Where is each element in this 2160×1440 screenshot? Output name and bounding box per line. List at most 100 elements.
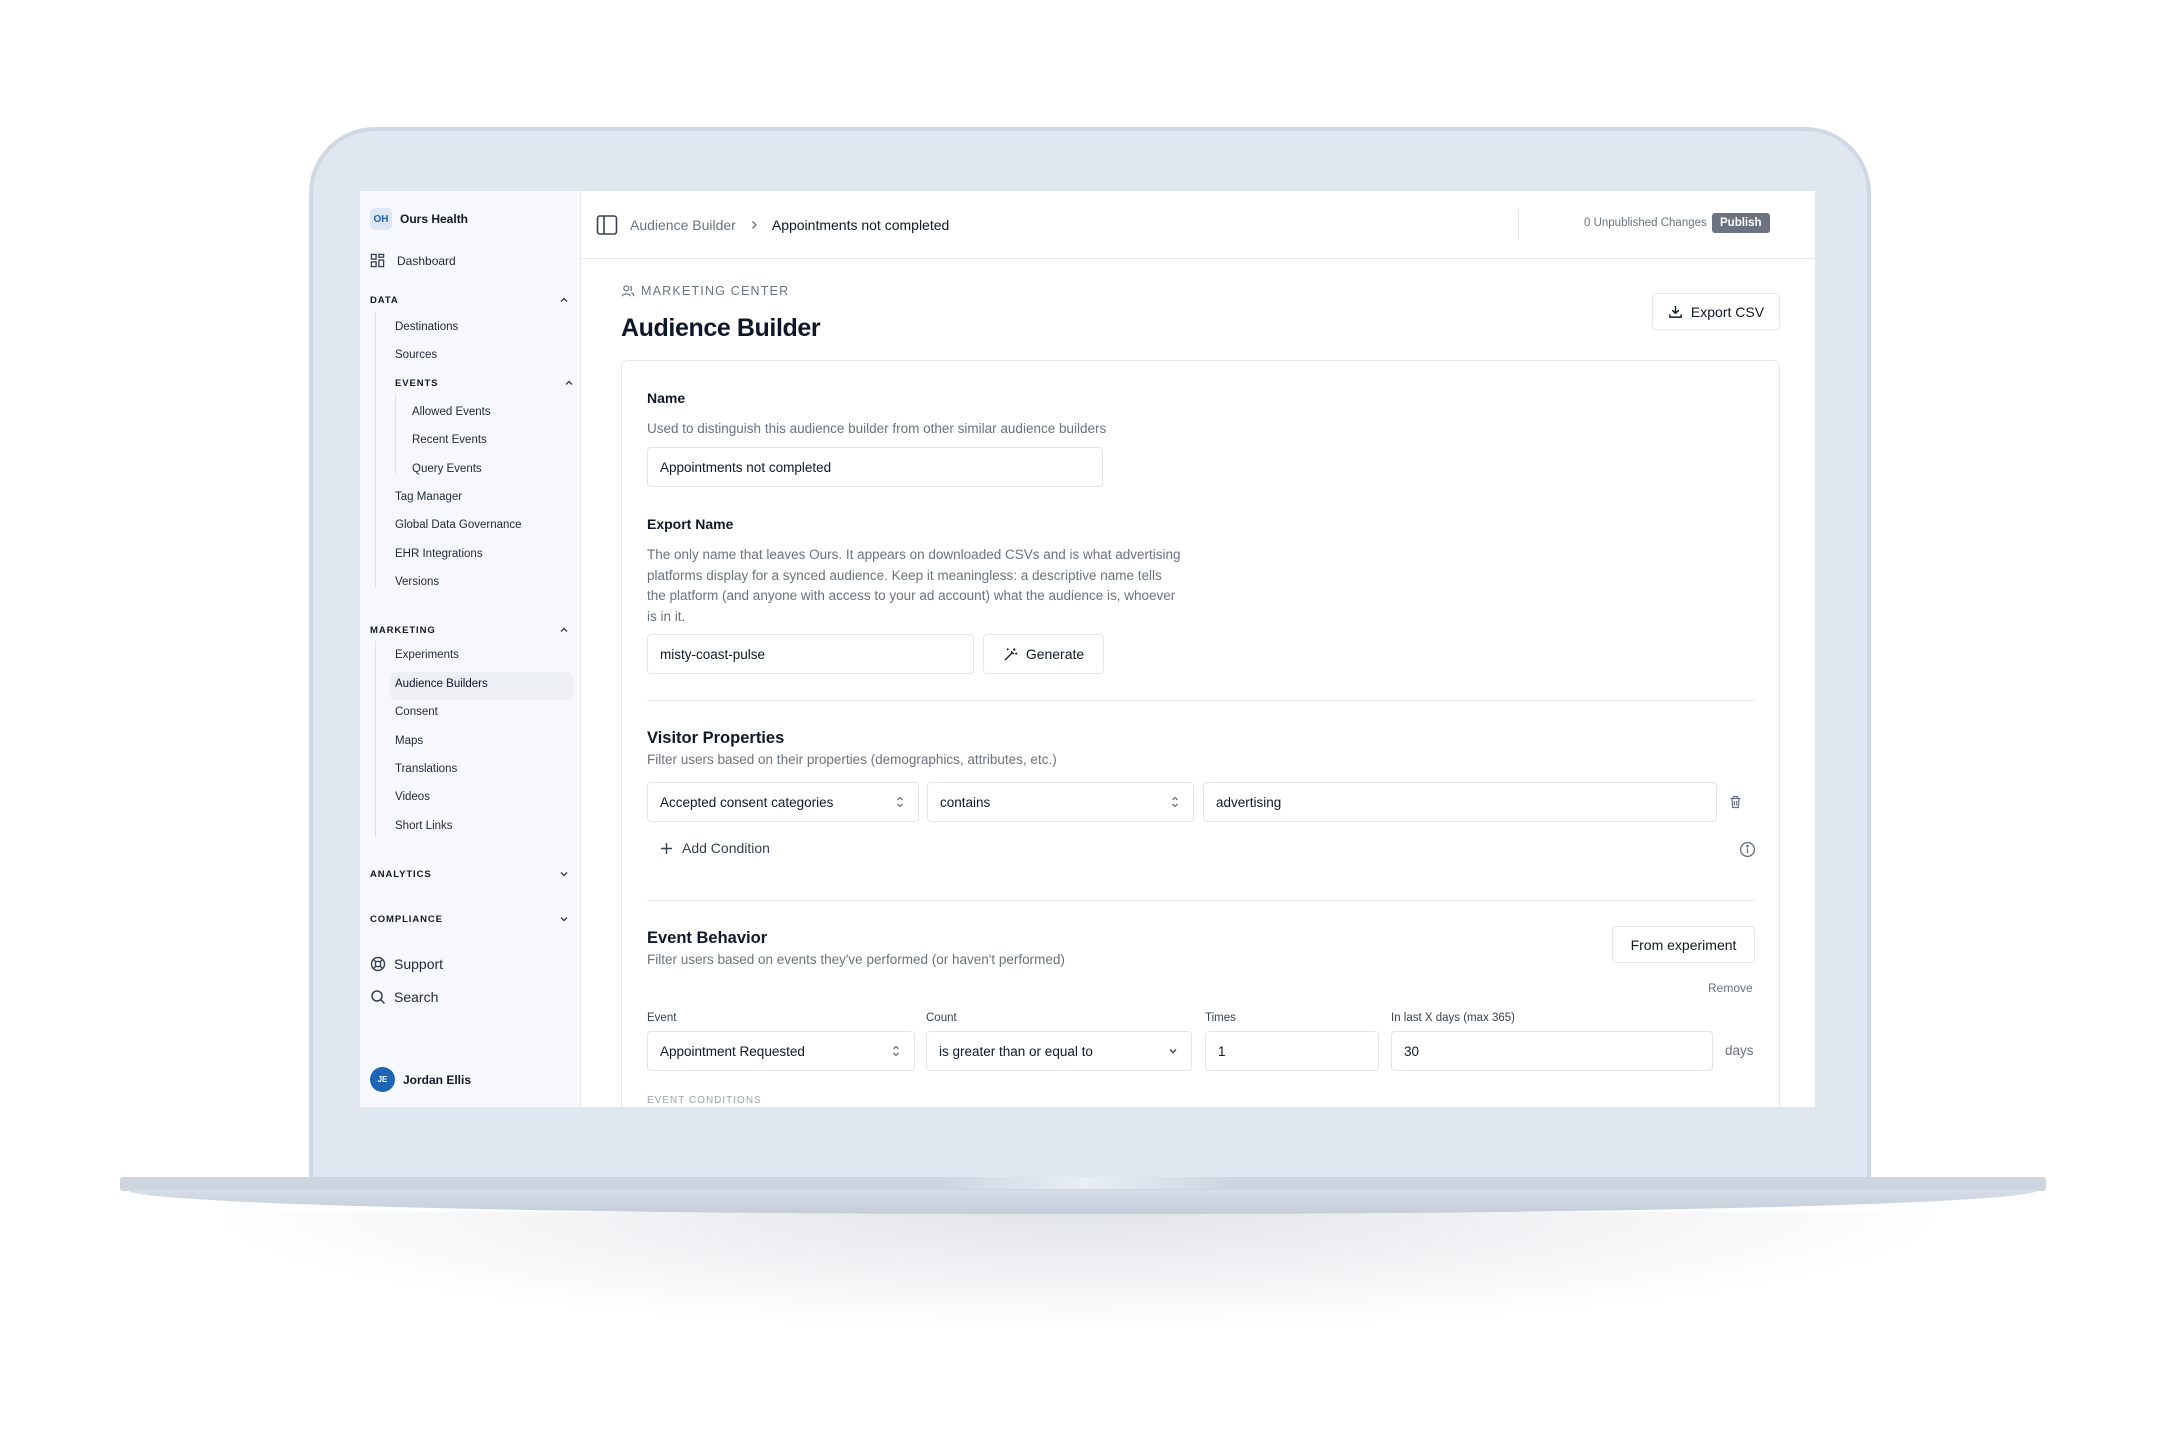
- operator-select[interactable]: contains: [927, 782, 1194, 822]
- search-icon: [371, 990, 386, 1005]
- export-csv-button[interactable]: Export CSV: [1652, 293, 1780, 330]
- sidebar-item-label: Dashboard: [397, 253, 456, 268]
- tree-line: [375, 641, 376, 837]
- avatar: JE: [370, 1067, 395, 1092]
- times-input[interactable]: 1: [1205, 1031, 1379, 1071]
- chevron-up-down-icon: [1172, 796, 1178, 808]
- sidebar-item-versions[interactable]: Versions: [395, 576, 439, 588]
- export-name-label: Export Name: [647, 516, 734, 532]
- sidebar-item-global-data-governance[interactable]: Global Data Governance: [395, 519, 522, 531]
- tree-line: [375, 312, 376, 588]
- chevron-down-icon: [560, 872, 568, 877]
- org-name: Ours Health: [400, 212, 469, 226]
- description-line: The only name that leaves Ours. It appea…: [647, 547, 1181, 562]
- sidebar-item-tag-manager[interactable]: Tag Manager: [395, 491, 462, 503]
- days-field-label: In last X days (max 365): [1391, 1012, 1515, 1024]
- event-field-label: Event: [647, 1012, 677, 1024]
- count-select[interactable]: is greater than or equal to: [926, 1031, 1192, 1071]
- count-field-label: Count: [926, 1012, 957, 1024]
- section-title: MARKETING: [370, 624, 436, 636]
- divider: [647, 700, 1755, 701]
- sidebar-item-destinations[interactable]: Destinations: [395, 321, 458, 333]
- section-data-toggle[interactable]: DATA: [370, 294, 570, 306]
- times-field-label: Times: [1205, 1012, 1236, 1024]
- event-select[interactable]: Appointment Requested: [647, 1031, 915, 1071]
- info-icon[interactable]: [1739, 841, 1756, 858]
- chevron-up-down-icon: [893, 1045, 899, 1057]
- name-input[interactable]: Appointments not completed: [647, 447, 1103, 487]
- section-title: EVENTS: [395, 377, 439, 389]
- input-value: 1: [1218, 1043, 1226, 1059]
- remove-link[interactable]: Remove: [1708, 981, 1753, 995]
- magic-wand-icon: [1004, 647, 1017, 661]
- visitor-properties-description: Filter users based on their properties (…: [647, 752, 1057, 767]
- page-title: Audience Builder: [621, 314, 821, 342]
- breadcrumb: Audience Builder Appointments not comple…: [596, 214, 949, 236]
- sidebar-item-search[interactable]: Search: [370, 989, 438, 1005]
- section-analytics-toggle[interactable]: ANALYTICS: [370, 868, 570, 880]
- support-icon: [370, 956, 386, 972]
- property-select[interactable]: Accepted consent categories: [647, 782, 919, 822]
- dashboard-icon: [370, 253, 385, 268]
- section-label: MARKETING CENTER: [621, 284, 789, 298]
- publish-button[interactable]: Publish: [1712, 213, 1770, 233]
- event-behavior-title: Event Behavior: [647, 929, 768, 947]
- days-input[interactable]: 30: [1391, 1031, 1713, 1071]
- laptop-shadow: [200, 1212, 1960, 1332]
- from-experiment-button[interactable]: From experiment: [1612, 926, 1755, 963]
- select-value: Accepted consent categories: [660, 794, 834, 810]
- sidebar-item-translations[interactable]: Translations: [395, 763, 457, 775]
- chevron-up-icon: [560, 627, 568, 632]
- sidebar-item-experiments[interactable]: Experiments: [395, 649, 459, 661]
- sidebar-item-maps[interactable]: Maps: [395, 735, 423, 747]
- laptop-notch: [940, 1177, 1230, 1189]
- sidebar-item-consent[interactable]: Consent: [395, 706, 438, 718]
- sidebar-item-dashboard[interactable]: Dashboard: [370, 253, 456, 268]
- breadcrumb-current: Appointments not completed: [771, 217, 950, 233]
- chevron-down-icon: [1169, 1049, 1177, 1054]
- event-conditions-label: EVENT CONDITIONS: [647, 1095, 762, 1106]
- sidebar-item-label: Search: [394, 989, 439, 1005]
- section-marketing-toggle[interactable]: MARKETING: [370, 624, 570, 636]
- select-value: Appointment Requested: [660, 1043, 805, 1059]
- condition-value-input[interactable]: advertising: [1203, 782, 1717, 822]
- chevron-up-icon: [560, 297, 568, 302]
- export-name-input[interactable]: misty-coast-pulse: [647, 634, 974, 674]
- sidebar-toggle-icon[interactable]: [596, 214, 618, 236]
- sidebar: OH Ours Health Dashboard DATA Destinatio…: [360, 191, 581, 1107]
- section-title: DATA: [370, 294, 399, 306]
- button-label: From experiment: [1630, 936, 1737, 953]
- org-switcher[interactable]: OH Ours Health: [370, 208, 468, 230]
- sidebar-item-allowed-events[interactable]: Allowed Events: [412, 406, 491, 418]
- sidebar-item-support[interactable]: Support: [370, 956, 443, 972]
- section-compliance-toggle[interactable]: COMPLIANCE: [370, 913, 570, 925]
- chevron-down-icon: [560, 917, 568, 922]
- sidebar-item-short-links[interactable]: Short Links: [395, 820, 453, 832]
- sidebar-item-recent-events[interactable]: Recent Events: [412, 434, 487, 446]
- divider: [1518, 210, 1519, 240]
- plus-icon: [661, 842, 672, 854]
- sidebar-item-sources[interactable]: Sources: [395, 349, 437, 361]
- download-icon: [1669, 305, 1682, 318]
- sidebar-item-query-events[interactable]: Query Events: [412, 463, 482, 475]
- description-line: is in it.: [647, 608, 686, 624]
- sidebar-item-videos[interactable]: Videos: [395, 791, 430, 803]
- breadcrumb-parent[interactable]: Audience Builder: [630, 217, 736, 233]
- user-menu[interactable]: JE Jordan Ellis: [370, 1067, 471, 1092]
- input-value: advertising: [1216, 794, 1282, 810]
- chevron-up-down-icon: [897, 796, 903, 808]
- input-value: 30: [1404, 1043, 1420, 1059]
- days-suffix: days: [1725, 1043, 1754, 1058]
- description-line: platforms display for a synced audience.…: [647, 567, 1162, 583]
- input-value: Appointments not completed: [660, 459, 832, 475]
- generate-button[interactable]: Generate: [983, 634, 1104, 674]
- trash-icon[interactable]: [1729, 795, 1742, 809]
- add-condition-button[interactable]: Add Condition: [660, 840, 770, 856]
- input-value: misty-coast-pulse: [660, 646, 766, 662]
- event-behavior-description: Filter users based on events they've per…: [647, 952, 1065, 967]
- section-events-toggle[interactable]: EVENTS: [395, 377, 575, 389]
- sidebar-item-audience-builders[interactable]: Audience Builders: [395, 678, 488, 690]
- sidebar-item-ehr-integrations[interactable]: EHR Integrations: [395, 548, 483, 560]
- org-badge: OH: [370, 208, 392, 230]
- user-name: Jordan Ellis: [403, 1072, 472, 1087]
